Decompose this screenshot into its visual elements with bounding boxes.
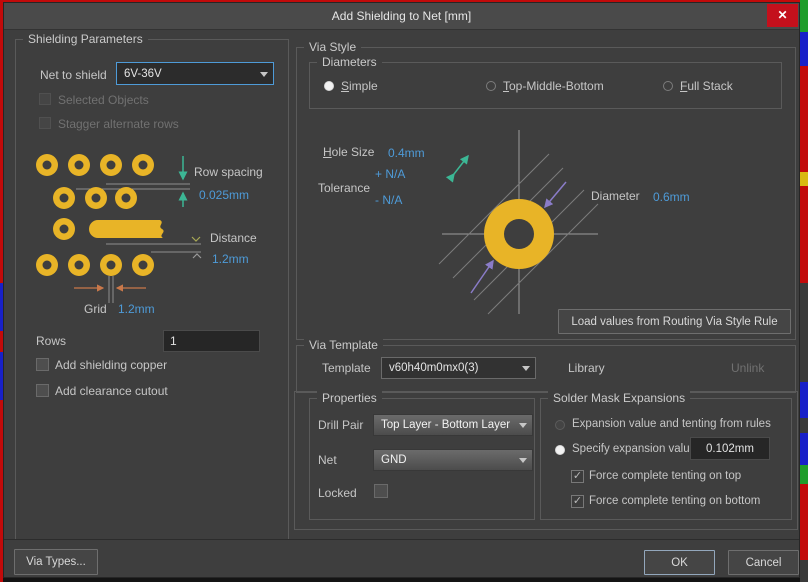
via-preview-diagram <box>438 130 599 315</box>
screen: Add Shielding to Net [mm] ✕ Shielding Pa… <box>0 0 808 582</box>
add-clearance-cutout-label: Add clearance cutout <box>55 384 168 398</box>
radio-simple[interactable] <box>324 81 334 91</box>
add-shielding-dialog: Add Shielding to Net [mm] ✕ Shielding Pa… <box>3 2 800 578</box>
tolerance-plus-value: + N/A <box>375 167 406 181</box>
net-to-shield-value: 6V-36V <box>124 67 162 80</box>
diameter-value: 0.6mm <box>653 190 690 204</box>
via-template-group-label: Via Template <box>304 338 383 352</box>
tolerance-label: Tolerance <box>318 181 371 195</box>
hole-size-value: 0.4mm <box>388 146 425 160</box>
ok-button[interactable]: OK <box>644 550 715 575</box>
radio-top-middle-bottom[interactable] <box>486 81 496 91</box>
unlink-link: Unlink <box>731 361 765 375</box>
template-label: Template <box>322 361 371 375</box>
grid-label: Grid <box>84 302 107 316</box>
radio-full-stack-label[interactable]: Full Stack <box>680 79 733 93</box>
chevron-down-icon <box>519 423 527 428</box>
tenting-top-label: Force complete tenting on top <box>589 470 742 482</box>
stagger-alternate-rows-checkbox <box>39 117 51 129</box>
distance-value: 1.2mm <box>212 252 249 266</box>
title-bar: Add Shielding to Net [mm] ✕ <box>4 3 799 30</box>
net-label: Net <box>318 453 337 467</box>
add-shielding-copper-checkbox[interactable] <box>36 358 49 371</box>
properties-group-label: Properties <box>317 391 382 405</box>
cancel-button[interactable]: Cancel <box>728 550 799 575</box>
net-value: GND <box>381 454 407 466</box>
radio-top-middle-bottom-label[interactable]: Top-Middle-Bottom <box>503 79 604 93</box>
add-shielding-copper-label: Add shielding copper <box>55 358 168 372</box>
stagger-alternate-rows-label: Stagger alternate rows <box>58 117 179 131</box>
template-select[interactable]: v60h40m0mx0(3) <box>381 357 536 379</box>
drill-pair-select[interactable]: Top Layer - Bottom Layer <box>373 414 533 436</box>
radio-specify-expansion[interactable] <box>555 445 565 455</box>
diameters-group-label: Diameters <box>317 55 382 69</box>
row-spacing-value: 0.025mm <box>199 188 250 202</box>
locked-checkbox[interactable] <box>374 484 388 498</box>
template-value: v60h40m0mx0(3) <box>389 362 479 374</box>
distance-label: Distance <box>210 231 257 245</box>
drill-pair-value: Top Layer - Bottom Layer <box>381 419 511 431</box>
chevron-down-icon <box>260 71 268 77</box>
load-values-button[interactable]: Load values from Routing Via Style Rule <box>558 309 791 334</box>
rows-label: Rows <box>36 334 67 348</box>
drill-pair-label: Drill Pair <box>318 418 364 432</box>
chevron-down-icon <box>522 366 530 371</box>
tolerance-minus-value: - N/A <box>375 193 403 207</box>
chevron-down-icon <box>519 458 527 463</box>
grid-value: 1.2mm <box>118 302 155 316</box>
row-spacing-label: Row spacing <box>194 165 263 179</box>
diameter-label: Diameter <box>591 189 640 203</box>
radio-expansion-from-rules[interactable] <box>555 420 565 430</box>
shielding-parameters-group-label: Shielding Parameters <box>23 32 148 46</box>
close-icon: ✕ <box>777 8 788 22</box>
checkmark-icon: ✓ <box>572 470 583 482</box>
hole-size-label: Hole Size <box>323 145 375 159</box>
via-types-button[interactable]: Via Types... <box>14 549 98 575</box>
rows-input[interactable] <box>163 330 260 352</box>
checkmark-icon: ✓ <box>572 495 583 507</box>
close-button[interactable]: ✕ <box>767 4 798 27</box>
screen-edge-artifact-bottom <box>3 578 800 582</box>
expansion-from-rules-label[interactable]: Expansion value and tenting from rules <box>572 418 771 430</box>
expansion-value-input[interactable] <box>690 437 770 460</box>
screen-edge-artifact-right <box>800 0 808 582</box>
tenting-bottom-checkbox[interactable]: ✓ <box>571 495 584 508</box>
tenting-bottom-label: Force complete tenting on bottom <box>589 495 761 507</box>
library-label: Library <box>568 361 605 375</box>
selected-objects-label: Selected Objects <box>58 93 149 107</box>
selected-objects-checkbox <box>39 93 51 105</box>
net-to-shield-select[interactable]: 6V-36V <box>116 62 274 85</box>
via-style-group-label: Via Style <box>304 40 362 54</box>
radio-full-stack[interactable] <box>663 81 673 91</box>
add-clearance-cutout-checkbox[interactable] <box>36 384 49 397</box>
specify-expansion-label[interactable]: Specify expansion value <box>572 443 696 455</box>
tenting-top-checkbox[interactable]: ✓ <box>571 470 584 483</box>
net-to-shield-label: Net to shield <box>40 68 107 82</box>
radio-simple-label[interactable]: Simple <box>341 79 378 93</box>
via-template-group: Via Template <box>296 338 796 393</box>
dialog-title: Add Shielding to Net [mm] <box>331 9 472 23</box>
solder-mask-expansions-group-label: Solder Mask Expansions <box>548 391 691 405</box>
locked-label: Locked <box>318 486 357 500</box>
net-select[interactable]: GND <box>373 449 533 471</box>
